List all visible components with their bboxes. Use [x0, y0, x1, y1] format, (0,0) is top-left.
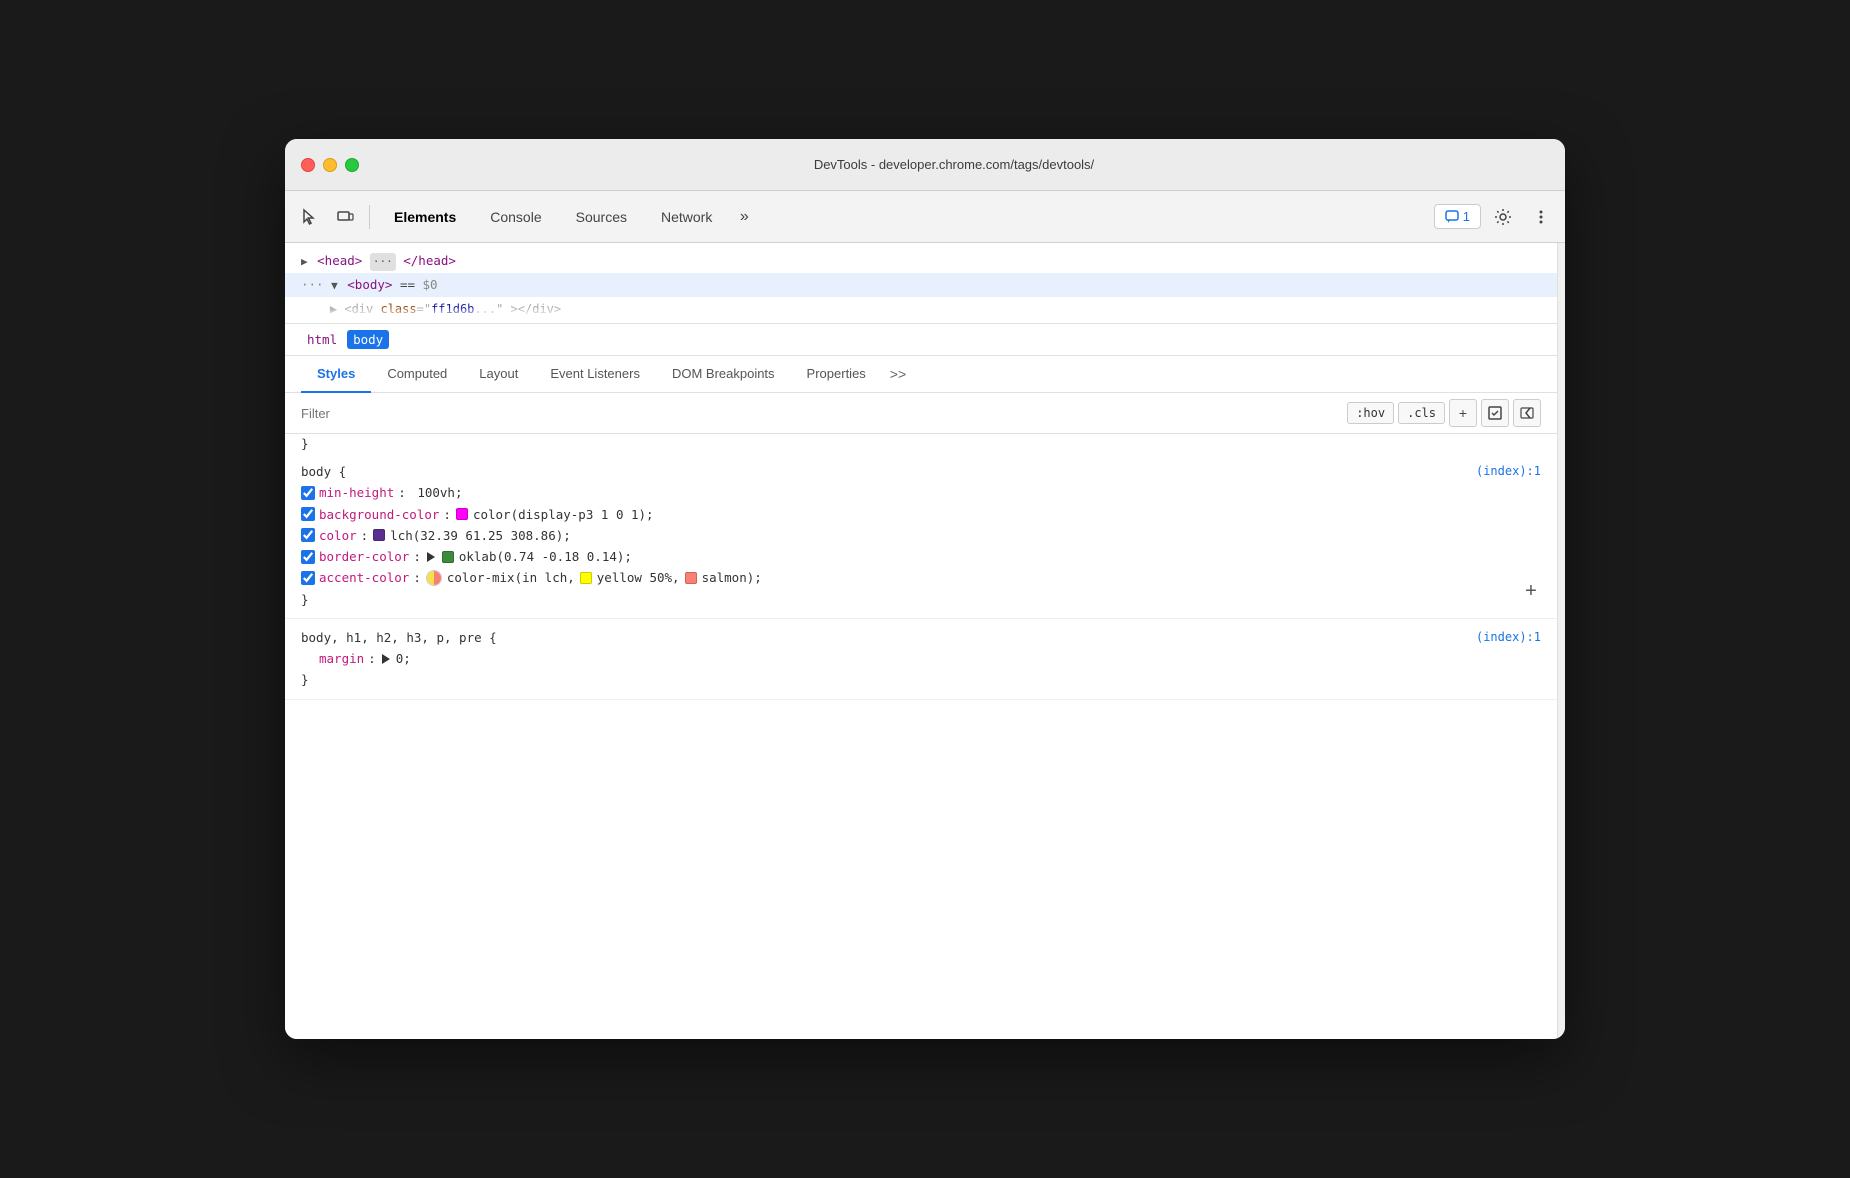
force-state-icon — [1488, 406, 1502, 420]
margin-expand[interactable] — [382, 654, 390, 664]
filter-input[interactable] — [301, 406, 1339, 421]
cls-button[interactable]: .cls — [1398, 402, 1445, 424]
main-content: ▶ <head> ··· </head> ··· ▼ <body> == $0 … — [285, 243, 1565, 1039]
background-color-checkbox[interactable] — [301, 507, 315, 521]
head-line: ▶ <head> ··· </head> — [285, 249, 1557, 273]
breadcrumb-bar: html body — [285, 324, 1557, 356]
chat-icon — [1445, 210, 1459, 224]
maximize-button[interactable] — [345, 158, 359, 172]
body-closing-brace: } — [301, 589, 1541, 610]
breadcrumb-html[interactable]: html — [301, 330, 343, 349]
min-height-checkbox[interactable] — [301, 486, 315, 500]
notification-count: 1 — [1463, 209, 1470, 224]
tab-sources[interactable]: Sources — [560, 203, 643, 231]
filter-bar: :hov .cls + — [285, 393, 1557, 434]
tab-styles[interactable]: Styles — [301, 356, 371, 393]
body-rule-header: body { (index):1 — [301, 461, 1541, 482]
gear-icon — [1494, 208, 1512, 226]
body-h1-css-rule: body, h1, h2, h3, p, pre { (index):1 mar… — [285, 619, 1557, 700]
tab-computed[interactable]: Computed — [371, 356, 463, 393]
right-scrollbar[interactable] — [1557, 243, 1565, 1039]
device-toggle-button[interactable] — [329, 201, 361, 233]
more-vert-icon — [1532, 208, 1550, 226]
force-element-state-button[interactable] — [1481, 399, 1509, 427]
head-triangle[interactable]: ▶ — [301, 255, 308, 268]
styles-tabs: Styles Computed Layout Event Listeners D… — [285, 356, 1557, 393]
notification-button[interactable]: 1 — [1434, 204, 1481, 229]
border-color-expand[interactable] — [427, 552, 435, 562]
more-style-tabs-button[interactable]: >> — [886, 358, 910, 390]
close-button[interactable] — [301, 158, 315, 172]
toolbar-right: 1 — [1434, 201, 1557, 233]
tab-network[interactable]: Network — [645, 203, 728, 231]
border-color-checkbox[interactable] — [301, 550, 315, 564]
head-ellipsis[interactable]: ··· — [370, 253, 396, 271]
body-source-link[interactable]: (index):1 — [1476, 461, 1541, 481]
window-title: DevTools - developer.chrome.com/tags/dev… — [359, 157, 1549, 172]
add-property-button[interactable]: + — [1517, 578, 1545, 606]
color-checkbox[interactable] — [301, 528, 315, 542]
elements-panel: ▶ <head> ··· </head> ··· ▼ <body> == $0 … — [285, 243, 1557, 324]
background-color-line: background-color : color(display-p3 1 0 … — [301, 504, 1541, 525]
add-style-button[interactable]: + — [1449, 399, 1477, 427]
body-css-rule: body { (index):1 min-height : 100vh; bac… — [285, 453, 1557, 619]
body-line[interactable]: ··· ▼ <body> == $0 — [285, 273, 1557, 297]
accent-color-checkbox[interactable] — [301, 571, 315, 585]
body-selector: body { — [301, 461, 346, 482]
minimize-button[interactable] — [323, 158, 337, 172]
settings-button[interactable] — [1487, 201, 1519, 233]
body-h1-rule-header: body, h1, h2, h3, p, pre { (index):1 — [301, 627, 1541, 648]
more-options-button[interactable] — [1525, 201, 1557, 233]
toggle-sidebar-icon — [1520, 406, 1534, 420]
tab-dom-breakpoints[interactable]: DOM Breakpoints — [656, 356, 791, 393]
body-content-line: ▶ <div class="ff1d6b..." ></div> — [285, 297, 1557, 317]
filter-actions: :hov .cls + — [1347, 399, 1541, 427]
css-content[interactable]: } body { (index):1 min-height : 100vh; — [285, 434, 1557, 1039]
tab-event-listeners[interactable]: Event Listeners — [534, 356, 656, 393]
tab-layout[interactable]: Layout — [463, 356, 534, 393]
title-bar: DevTools - developer.chrome.com/tags/dev… — [285, 139, 1565, 191]
toolbar-divider-1 — [369, 205, 370, 229]
body-h1-closing-brace: } — [301, 669, 1541, 690]
tab-console[interactable]: Console — [474, 203, 557, 231]
margin-line: margin : 0; — [301, 648, 1541, 669]
border-color-line: border-color : oklab(0.74 -0.18 0.14); — [301, 546, 1541, 567]
accent-color-line: accent-color : color-mix(in lch, yellow … — [301, 567, 1541, 588]
body-triangle[interactable]: ▼ — [331, 279, 338, 292]
devtools-window: DevTools - developer.chrome.com/tags/dev… — [285, 139, 1565, 1039]
body-h1-selector: body, h1, h2, h3, p, pre { — [301, 627, 497, 648]
device-icon — [336, 208, 354, 226]
background-color-swatch[interactable] — [456, 508, 468, 520]
body-h1-source-link[interactable]: (index):1 — [1476, 627, 1541, 647]
cursor-tool-button[interactable] — [293, 201, 325, 233]
breadcrumb-body[interactable]: body — [347, 330, 389, 349]
accent-color-mix-swatch[interactable] — [426, 570, 442, 586]
toggle-sidebar-button[interactable] — [1513, 399, 1541, 427]
cursor-icon — [300, 208, 318, 226]
color-line: color : lch(32.39 61.25 308.86); — [301, 525, 1541, 546]
more-tabs-button[interactable]: » — [730, 203, 758, 231]
tab-properties[interactable]: Properties — [791, 356, 882, 393]
devtools-toolbar: Elements Console Sources Network » 1 — [285, 191, 1565, 243]
main-tabs: Elements Console Sources Network » — [378, 203, 1430, 231]
hov-button[interactable]: :hov — [1347, 402, 1394, 424]
yellow-swatch[interactable] — [580, 572, 592, 584]
tab-elements[interactable]: Elements — [378, 203, 472, 231]
salmon-swatch[interactable] — [685, 572, 697, 584]
traffic-lights — [301, 158, 359, 172]
min-height-line: min-height : 100vh; — [301, 482, 1541, 503]
styles-pane: ▶ <head> ··· </head> ··· ▼ <body> == $0 … — [285, 243, 1557, 1039]
prev-closing-brace: } — [285, 434, 1557, 453]
color-swatch[interactable] — [373, 529, 385, 541]
border-color-swatch[interactable] — [442, 551, 454, 563]
